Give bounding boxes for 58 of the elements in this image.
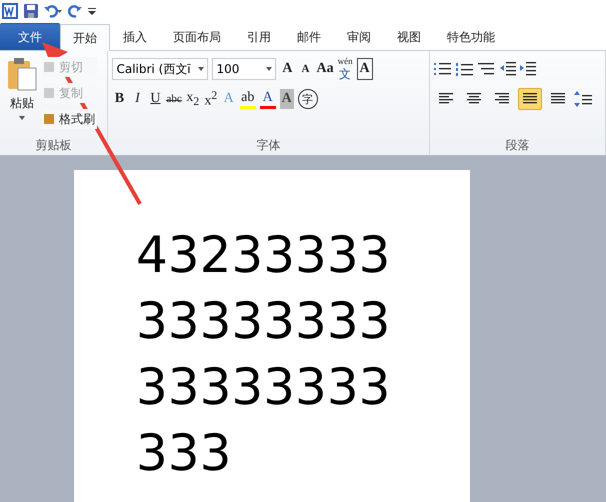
tool-icon [42,86,56,100]
align-button[interactable] [518,88,542,110]
font-tool-button[interactable]: B [112,89,126,109]
font-size-field[interactable]: 100 [212,58,276,80]
dropdown-caret-icon [19,116,25,120]
font-tool-button[interactable]: A [280,59,294,79]
font-tool-button[interactable]: ab [240,89,256,109]
group-title: 剪贴板 [34,137,73,154]
align-icon [494,93,509,105]
redo-icon[interactable] [68,4,82,18]
align-icon [438,93,453,105]
document-text: 33333333 [136,357,392,418]
clipboard-icon [7,57,37,91]
tool-icon [42,60,56,74]
font-tool-button[interactable]: U [148,89,162,109]
file-tab[interactable]: 文件 [0,23,60,50]
tool-icon [42,112,56,126]
ribbon-tab[interactable]: 审阅 [334,23,384,50]
customize-menu-icon[interactable] [88,5,96,17]
word-logo-icon[interactable] [2,3,18,19]
dropdown-caret-icon [198,67,204,71]
font-tool-button[interactable]: 字 [298,89,318,109]
ribbon-tab[interactable]: 引用 [234,23,284,50]
line-spacing-icon[interactable] [574,91,594,107]
numbered-list-icon[interactable] [456,62,474,76]
increase-indent-icon[interactable] [520,62,536,76]
ribbon-tab[interactable]: 页面布局 [160,23,234,50]
document-text: 333 [136,423,232,484]
font-tool-button[interactable]: x$_{2}$ [186,89,200,109]
multilevel-list-icon[interactable] [478,62,496,76]
ribbon-tab[interactable]: 特色功能 [434,23,508,50]
font-tool-button[interactable]: A [356,58,373,80]
save-icon[interactable] [24,4,38,18]
ribbon-tab[interactable]: 插入 [110,23,160,50]
font-tool-button[interactable]: A [260,89,276,109]
align-icon [550,93,565,105]
font-family-field[interactable]: Calibri (西文ī [112,58,208,80]
paste-button[interactable]: 粘贴 [4,57,40,135]
document-text: 33333333 [136,291,392,352]
undo-icon[interactable] [44,4,62,18]
decrease-indent-icon[interactable] [500,62,516,76]
align-icon [522,93,537,105]
document-text: 43233333 [136,225,392,286]
align-icon [466,93,481,105]
ribbon-tab[interactable]: 开始 [60,24,110,51]
font-tool-button[interactable]: Aa [316,59,334,79]
group-title: 字体 [256,137,282,154]
font-tool-button[interactable]: I [130,89,144,109]
font-tool-button[interactable]: x$^{2}$ [204,89,218,109]
group-title: 段落 [504,137,530,154]
ribbon-tab[interactable]: 视图 [384,23,434,50]
clipboard-button[interactable]: 格式刷 [42,109,97,129]
font-tool-button[interactable]: A [280,89,294,109]
font-tool-button[interactable]: wén 文 [338,59,353,79]
bullet-list-icon[interactable] [434,62,452,76]
ribbon-tab[interactable]: 邮件 [284,23,334,50]
font-tool-button[interactable]: A [298,59,312,79]
dropdown-caret-icon [266,67,272,71]
